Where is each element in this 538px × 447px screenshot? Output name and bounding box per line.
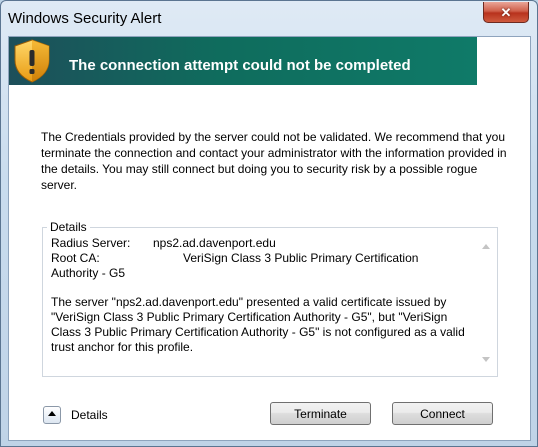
title-bar[interactable]: Windows Security Alert ✕ [1, 1, 537, 35]
close-button[interactable]: ✕ [483, 2, 529, 23]
shield-warning-icon [14, 39, 50, 83]
scroll-down-arrow-icon[interactable] [482, 357, 490, 362]
connect-button[interactable]: Connect [392, 402, 493, 425]
details-groupbox: Radius Server: nps2.ad.davenport.edu Roo… [42, 227, 498, 377]
chevron-up-icon[interactable] [43, 406, 61, 424]
banner-heading: The connection attempt could not be comp… [69, 57, 411, 74]
details-legend: Details [47, 220, 90, 234]
radius-server-value: nps2.ad.davenport.edu [153, 236, 276, 250]
radius-server-label: Radius Server: [51, 236, 131, 250]
details-toggle-label: Details [71, 408, 108, 422]
alert-banner: The connection attempt could not be comp… [9, 37, 477, 85]
root-ca-value-cont: Authority - G5 [51, 266, 126, 280]
root-ca-row-cont: Authority - G5 [51, 266, 471, 281]
scroll-up-arrow-icon[interactable] [482, 244, 490, 249]
terminate-button[interactable]: Terminate [270, 402, 371, 425]
details-toggle[interactable]: Details [43, 406, 108, 424]
details-textbox[interactable]: Radius Server: nps2.ad.davenport.edu Roo… [43, 234, 495, 374]
close-icon: ✕ [500, 4, 512, 20]
details-content: Radius Server: nps2.ad.davenport.edu Roo… [51, 236, 471, 355]
window-title: Windows Security Alert [8, 10, 162, 27]
security-alert-window: Windows Security Alert ✕ The connection … [0, 0, 538, 447]
alert-message: The Credentials provided by the server c… [41, 130, 507, 192]
details-paragraph: The server "nps2.ad.davenport.edu" prese… [51, 295, 465, 354]
root-ca-value: VeriSign Class 3 Public Primary Certific… [183, 251, 419, 265]
dialog-client-area: The connection attempt could not be comp… [8, 36, 531, 441]
root-ca-row: Root CA: VeriSign Class 3 Public Primary… [51, 251, 471, 266]
radius-server-row: Radius Server: nps2.ad.davenport.edu [51, 236, 471, 251]
details-scrollbar[interactable] [478, 234, 495, 374]
root-ca-label: Root CA: [51, 251, 100, 265]
